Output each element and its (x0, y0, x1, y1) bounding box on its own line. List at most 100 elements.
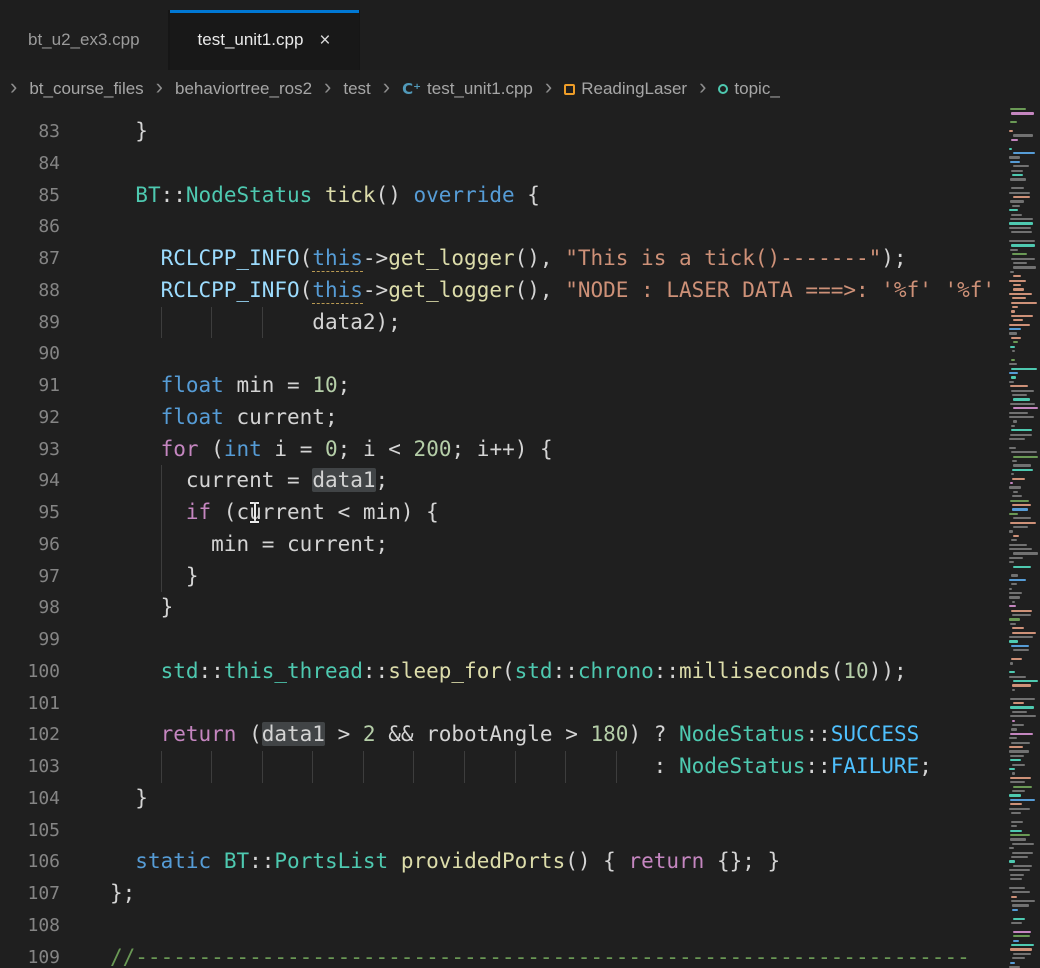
minimap[interactable] (1007, 108, 1040, 968)
indent-guide (211, 307, 212, 339)
code-text[interactable]: return (data1 > 2 && robotAngle > 180) ?… (110, 719, 919, 751)
line-number[interactable]: 103 (0, 751, 60, 783)
code-line[interactable]: 109 //-----------------------------------… (0, 942, 1040, 968)
indent-guide (211, 751, 212, 783)
code-line[interactable]: 90 (0, 338, 1040, 370)
code-line[interactable]: 101 (0, 688, 1040, 720)
line-number[interactable]: 94 (0, 465, 60, 497)
tab-bt_u2_ex3[interactable]: bt_u2_ex3.cpp (0, 10, 169, 70)
breadcrumb-item-test_unit1-cpp[interactable]: C⁺ test_unit1.cpp (402, 79, 533, 99)
line-number[interactable]: 84 (0, 148, 60, 180)
line-number[interactable]: 98 (0, 592, 60, 624)
line-number[interactable]: 100 (0, 656, 60, 688)
code-line[interactable]: 100 std::this_thread::sleep_for(std::chr… (0, 656, 1040, 688)
indent-guide (363, 751, 364, 783)
breadcrumb-item-ReadingLaser[interactable]: ReadingLaser (564, 79, 687, 99)
line-number[interactable]: 85 (0, 180, 60, 212)
code-line[interactable]: 85 BT::NodeStatus tick() override { (0, 180, 1040, 212)
line-number[interactable]: 97 (0, 561, 60, 593)
field-symbol-icon (718, 84, 728, 94)
code-editor[interactable]: 83 }8485 BT::NodeStatus tick() override … (0, 108, 1040, 968)
indent-guide (161, 307, 162, 339)
code-line[interactable]: 107}; (0, 878, 1040, 910)
breadcrumb-item-test[interactable]: test (343, 79, 370, 99)
code-text[interactable]: RCLCPP_INFO(this->get_logger(), "This is… (110, 243, 907, 275)
indent-guide (515, 751, 516, 783)
code-line[interactable]: 104 } (0, 783, 1040, 815)
code-line[interactable]: 97 } (0, 561, 1040, 593)
code-line[interactable]: 84 (0, 148, 1040, 180)
code-text[interactable]: BT::NodeStatus tick() override { (110, 180, 540, 212)
breadcrumb-item-topic[interactable]: topic_ (718, 79, 779, 99)
code-text[interactable]: min = current; (110, 529, 388, 561)
indent-guide (413, 751, 414, 783)
code-line[interactable]: 102 return (data1 > 2 && robotAngle > 18… (0, 719, 1040, 751)
line-number[interactable]: 109 (0, 942, 60, 968)
tab-bar: bt_u2_ex3.cpp test_unit1.cpp × (0, 0, 1040, 70)
line-number[interactable]: 102 (0, 719, 60, 751)
line-number[interactable]: 108 (0, 910, 60, 942)
code-text[interactable]: }; (110, 878, 135, 910)
breadcrumb-item-behaviortree_ros2[interactable]: behaviortree_ros2 (175, 79, 312, 99)
code-text[interactable]: } (110, 592, 173, 624)
code-line[interactable]: 87 RCLCPP_INFO(this->get_logger(), "This… (0, 243, 1040, 275)
line-number[interactable]: 92 (0, 402, 60, 434)
line-number[interactable]: 95 (0, 497, 60, 529)
code-line[interactable]: 94 current = data1; (0, 465, 1040, 497)
code-text[interactable]: static BT::PortsList providedPorts() { r… (110, 846, 780, 878)
code-line[interactable]: 83 } (0, 116, 1040, 148)
code-text[interactable]: data2); (110, 307, 401, 339)
code-line[interactable]: 88 RCLCPP_INFO(this->get_logger(), "NODE… (0, 275, 1040, 307)
code-line[interactable]: 95 if (current < min) { (0, 497, 1040, 529)
code-line[interactable]: 99 (0, 624, 1040, 656)
line-number[interactable]: 89 (0, 307, 60, 339)
line-number[interactable]: 105 (0, 815, 60, 847)
breadcrumb-label: topic_ (734, 79, 779, 99)
code-text[interactable]: std::this_thread::sleep_for(std::chrono:… (110, 656, 907, 688)
line-number[interactable]: 90 (0, 338, 60, 370)
code-line[interactable]: 93 for (int i = 0; i < 200; i++) { (0, 434, 1040, 466)
code-line[interactable]: 96 min = current; (0, 529, 1040, 561)
code-line[interactable]: 86 (0, 211, 1040, 243)
code-text[interactable]: float min = 10; (110, 370, 350, 402)
close-icon[interactable]: × (319, 31, 330, 50)
line-number[interactable]: 91 (0, 370, 60, 402)
code-text[interactable]: : NodeStatus::FAILURE; (110, 751, 932, 783)
code-line[interactable]: 98 } (0, 592, 1040, 624)
code-text[interactable]: RCLCPP_INFO(this->get_logger(), "NODE : … (110, 275, 995, 307)
breadcrumb-label: ReadingLaser (581, 79, 687, 99)
code-line[interactable]: 106 static BT::PortsList providedPorts()… (0, 846, 1040, 878)
line-number[interactable]: 83 (0, 116, 60, 148)
line-number[interactable]: 107 (0, 878, 60, 910)
indent-guide (616, 751, 617, 783)
line-number[interactable]: 86 (0, 211, 60, 243)
code-text[interactable]: float current; (110, 402, 338, 434)
chevron-right-icon: › (699, 76, 706, 98)
class-symbol-icon (564, 84, 575, 95)
line-number[interactable]: 106 (0, 846, 60, 878)
breadcrumb-item-bt_course_files[interactable]: bt_course_files (29, 79, 143, 99)
code-text[interactable]: //--------------------------------------… (110, 942, 970, 968)
code-text[interactable]: current = data1; (110, 465, 388, 497)
code-text[interactable]: } (110, 783, 148, 815)
code-text[interactable]: } (110, 116, 148, 148)
line-number[interactable]: 104 (0, 783, 60, 815)
indent-guide (262, 751, 263, 783)
tab-test_unit1[interactable]: test_unit1.cpp × (169, 10, 360, 70)
code-line[interactable]: 105 (0, 815, 1040, 847)
line-number[interactable]: 87 (0, 243, 60, 275)
code-line[interactable]: 89 data2); (0, 307, 1040, 339)
code-line[interactable]: 91 float min = 10; (0, 370, 1040, 402)
line-number[interactable]: 88 (0, 275, 60, 307)
code-line[interactable]: 103 : NodeStatus::FAILURE; (0, 751, 1040, 783)
line-number[interactable]: 93 (0, 434, 60, 466)
mouse-ibeam-cursor (250, 502, 259, 523)
code-line[interactable]: 92 float current; (0, 402, 1040, 434)
line-number[interactable]: 101 (0, 688, 60, 720)
line-number[interactable]: 99 (0, 624, 60, 656)
code-text[interactable]: for (int i = 0; i < 200; i++) { (110, 434, 553, 466)
line-number[interactable]: 96 (0, 529, 60, 561)
code-line[interactable]: 108 (0, 910, 1040, 942)
code-text[interactable]: if (current < min) { (110, 497, 439, 529)
code-text[interactable]: } (110, 561, 199, 593)
